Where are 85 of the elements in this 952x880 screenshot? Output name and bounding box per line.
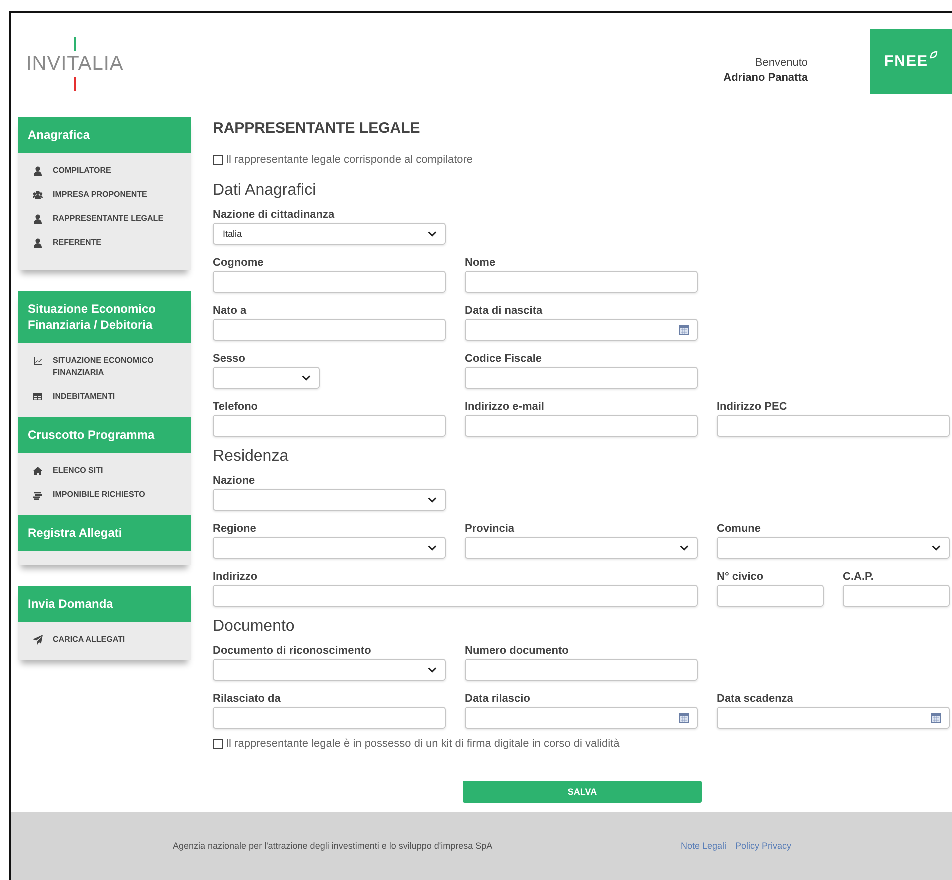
page-title: RAPPRESENTANTE LEGALE [213, 119, 422, 139]
date-field[interactable] [465, 707, 698, 729]
input-field[interactable] [213, 319, 446, 341]
field-label: Nazione di cittadinanza [213, 208, 336, 223]
input-field[interactable] [213, 707, 446, 729]
field-label: Indirizzo e-mail [465, 400, 546, 415]
section-heading: Documento [213, 617, 296, 637]
calendar-icon[interactable] [679, 325, 689, 335]
input-field[interactable] [717, 585, 824, 607]
checkbox[interactable] [213, 739, 223, 749]
footer-text: Agenzia nazionale per l'attrazione degli investimenti e lo sviluppo d'impresa SpA [173, 841, 494, 851]
field-label: Indirizzo [213, 570, 259, 585]
input-field[interactable] [465, 415, 698, 437]
field-label: Data scadenza [717, 692, 794, 707]
select-field[interactable] [213, 367, 320, 389]
sidebar-item[interactable]: INDEBITAMENTI [18, 385, 191, 409]
table-icon [33, 392, 43, 402]
field-label: Numero documento [465, 644, 570, 659]
select-field[interactable] [213, 659, 446, 681]
chevron-icon [680, 545, 689, 551]
sidebar-item[interactable]: RAPPRESENTANTE LEGALE [18, 207, 191, 231]
field-label: N° civico [717, 570, 765, 585]
home-icon [33, 466, 43, 476]
person-icon [33, 238, 43, 248]
sidebar-item[interactable]: SITUAZIONE ECONOMICO FINANZIARIA [18, 349, 191, 385]
sidebar-item[interactable]: IMPONIBILE RICHIESTO [18, 483, 191, 507]
calendar-icon[interactable] [931, 713, 941, 723]
field-label: Indirizzo PEC [717, 400, 788, 415]
person-icon [33, 214, 43, 224]
field-label: Provincia [465, 522, 516, 537]
select-field[interactable] [213, 537, 446, 559]
coins-icon [33, 490, 43, 500]
field-label: Data di nascita [465, 304, 544, 319]
chevron-icon [428, 667, 437, 673]
input-field[interactable] [213, 585, 698, 607]
sidebar-item[interactable]: REFERENTE [18, 231, 191, 255]
input-field[interactable] [843, 585, 950, 607]
select-field[interactable] [465, 537, 698, 559]
input-field[interactable] [465, 271, 698, 293]
logo-text: INVITALIA [26, 52, 124, 77]
field-label: Telefono [213, 400, 260, 415]
checkbox[interactable] [213, 155, 223, 165]
welcome-label: Benvenuto [755, 56, 808, 71]
calendar-icon[interactable] [679, 713, 689, 723]
chevron-icon [932, 545, 941, 551]
brand-logo: FNEE [870, 28, 952, 94]
section-heading: Residenza [213, 447, 290, 467]
group-icon [33, 190, 43, 200]
sidebar-item[interactable]: COMPILATORE [18, 159, 191, 183]
field-label: Regione [213, 522, 258, 537]
sidebar-item[interactable]: CARICA ALLEGATI [18, 628, 191, 652]
sidebar-item[interactable]: ELENCO SITI [18, 459, 191, 483]
chart-icon [33, 356, 43, 366]
chevron-icon [428, 231, 437, 237]
chevron-icon [302, 375, 311, 381]
input-field[interactable] [213, 271, 446, 293]
date-field[interactable] [465, 319, 698, 341]
sidebar-item[interactable]: IMPRESA PROPONENTE [18, 183, 191, 207]
field-label: Nazione [213, 474, 256, 489]
input-field[interactable] [213, 415, 446, 437]
field-label: Comune [717, 522, 762, 537]
field-label: C.A.P. [843, 570, 875, 585]
send-icon [33, 635, 43, 645]
field-label: Nome [465, 256, 497, 271]
user-name: Adriano Panatta [724, 71, 808, 86]
input-field[interactable] [717, 415, 950, 437]
field-label: Documento di riconoscimento [213, 644, 372, 659]
select-field[interactable] [717, 537, 950, 559]
field-label: Cognome [213, 256, 265, 271]
field-label: Codice Fiscale [465, 352, 544, 367]
select-field[interactable] [213, 489, 446, 511]
date-field[interactable] [717, 707, 950, 729]
chevron-icon [428, 497, 437, 503]
select-field[interactable]: Italia [213, 223, 446, 245]
field-label: Data rilascio [465, 692, 532, 707]
field-label: Rilasciato da [213, 692, 282, 707]
input-field[interactable] [465, 367, 698, 389]
field-label: Nato a [213, 304, 248, 319]
checkbox-label: Il rappresentante legale è in possesso di un kit di firma digitale in corso di validità [226, 737, 620, 751]
person-icon [33, 166, 43, 176]
chevron-icon [428, 545, 437, 551]
section-heading: Dati Anagrafici [213, 181, 318, 201]
field-label: Sesso [213, 352, 246, 367]
input-field[interactable] [465, 659, 698, 681]
checkbox-label: Il rappresentante legale corrisponde al compilatore [226, 153, 474, 167]
